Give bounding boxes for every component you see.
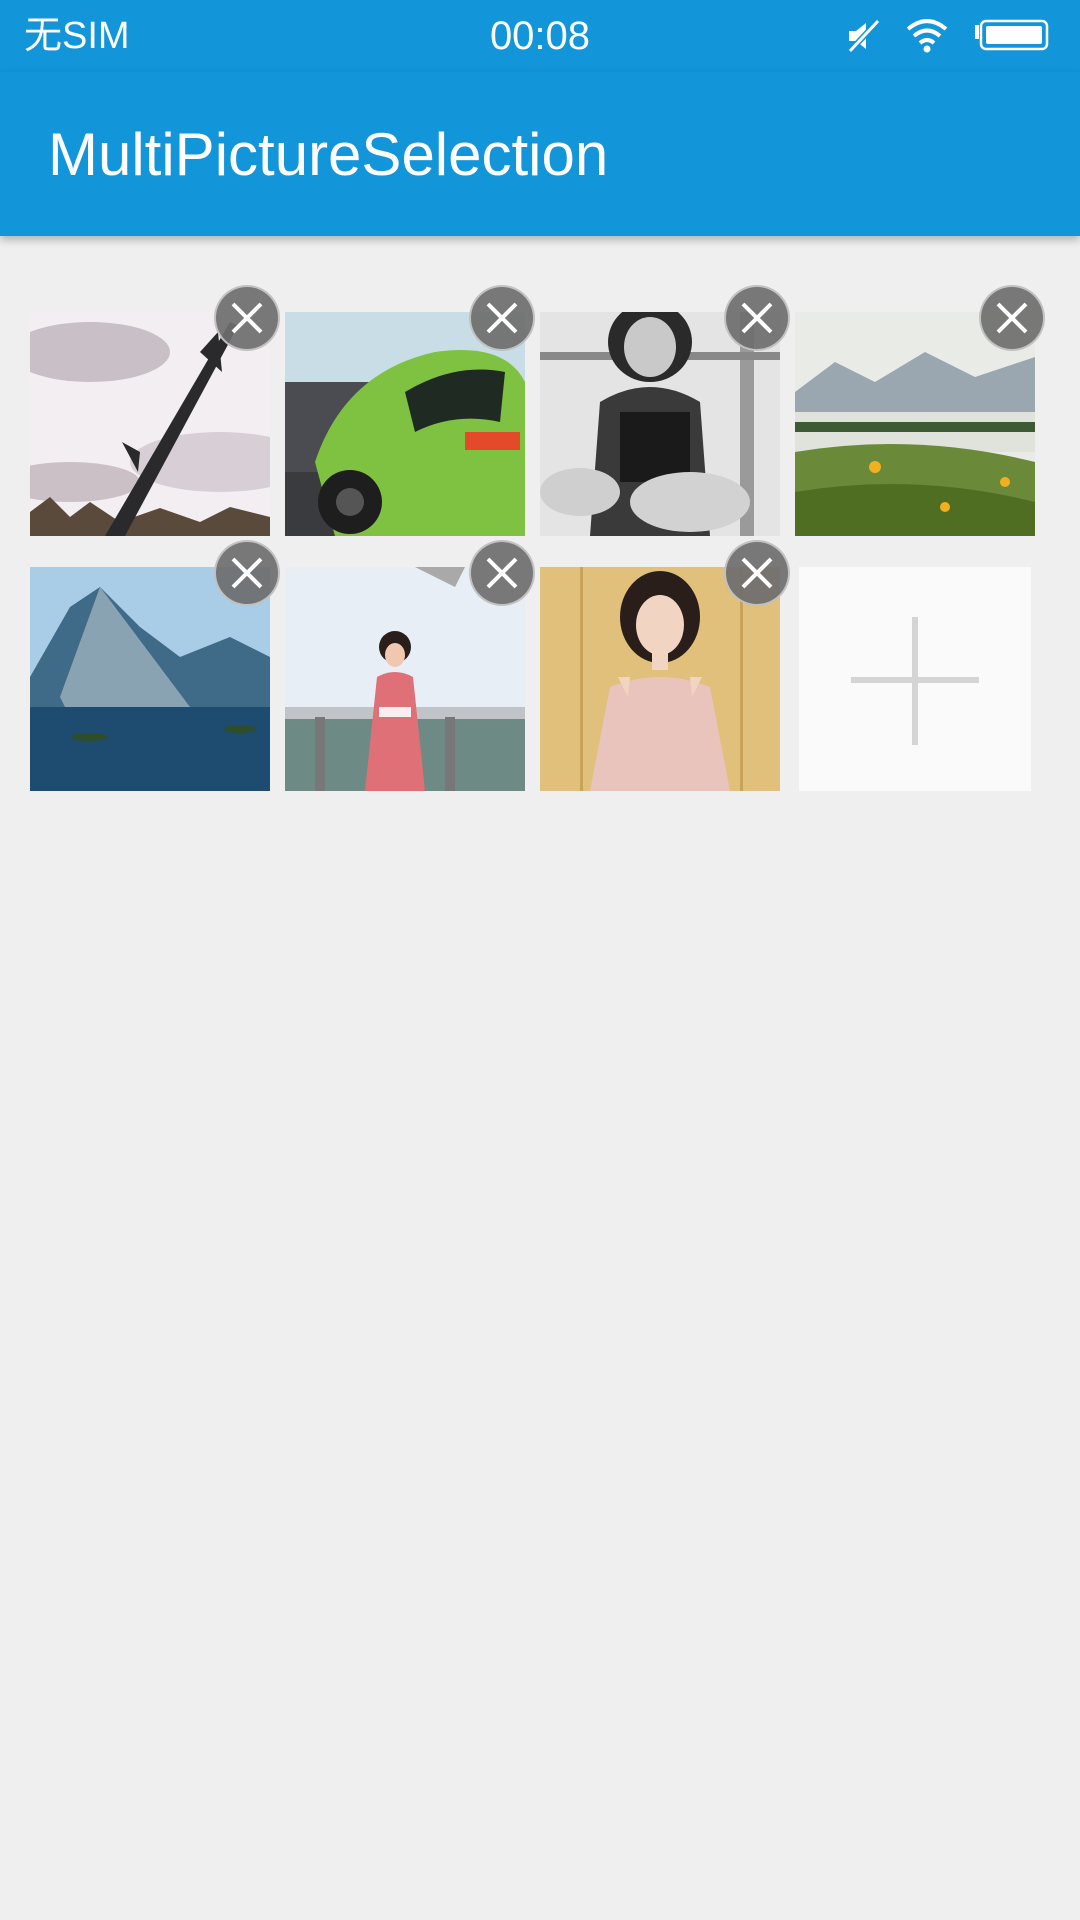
add-image-button[interactable] (799, 567, 1031, 791)
status-bar: 无SIM 00:08 (0, 0, 1080, 72)
remove-image-button[interactable] (469, 285, 535, 351)
remove-image-button[interactable] (724, 285, 790, 351)
close-icon (741, 557, 773, 589)
close-icon (231, 302, 263, 334)
close-icon (741, 302, 773, 334)
wifi-icon (906, 19, 948, 53)
close-icon (996, 302, 1028, 334)
close-icon (231, 557, 263, 589)
image-cell[interactable] (285, 540, 535, 791)
remove-image-button[interactable] (979, 285, 1045, 351)
battery-icon (974, 19, 1050, 53)
mute-icon (846, 19, 880, 53)
status-icons (846, 16, 1050, 56)
close-icon (486, 302, 518, 334)
remove-image-button[interactable] (469, 540, 535, 606)
app-bar: MultiPictureSelection (0, 72, 1080, 236)
image-cell[interactable] (30, 285, 280, 536)
remove-image-button[interactable] (214, 540, 280, 606)
remove-image-button[interactable] (214, 285, 280, 351)
remove-image-button[interactable] (724, 540, 790, 606)
image-cell[interactable] (30, 540, 280, 791)
image-cell[interactable] (285, 285, 535, 536)
image-cell[interactable] (540, 285, 790, 536)
close-icon (486, 557, 518, 589)
image-cell[interactable] (795, 285, 1045, 536)
image-cell[interactable] (540, 540, 790, 791)
page-title: MultiPictureSelection (48, 121, 609, 188)
